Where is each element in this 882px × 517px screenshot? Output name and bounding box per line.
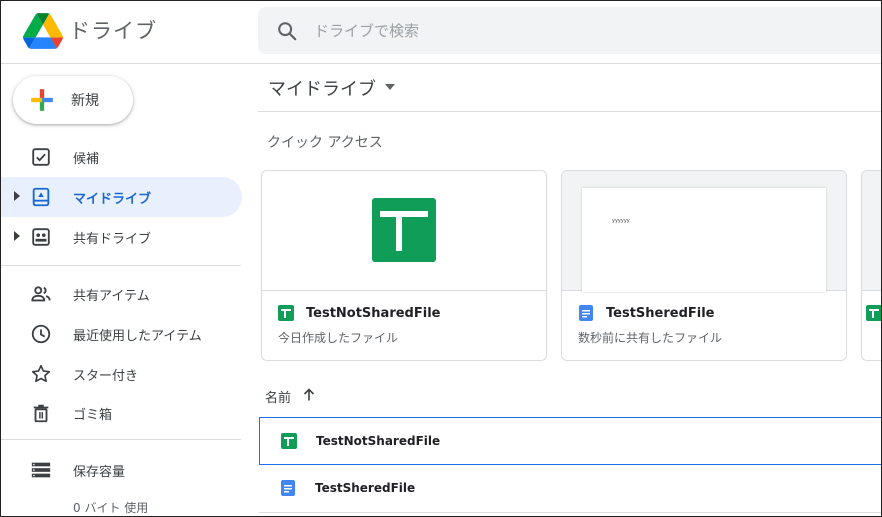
sidebar-item-recent[interactable]: 最近使用したアイテム xyxy=(1,314,242,354)
sheets-icon xyxy=(866,305,881,321)
file-preview xyxy=(862,171,881,291)
sidebar-item-label: ゴミ箱 xyxy=(73,408,113,423)
docs-icon xyxy=(579,305,593,321)
search-bar[interactable] xyxy=(258,7,881,54)
expand-caret-icon[interactable] xyxy=(13,191,21,201)
file-name: TestSheredFile xyxy=(606,306,715,321)
trash-icon xyxy=(33,404,49,423)
file-name: TestSheredFile xyxy=(315,481,416,495)
expand-caret-icon[interactable] xyxy=(13,231,21,241)
star-icon xyxy=(31,364,51,383)
people-icon xyxy=(31,286,51,302)
storage-icon xyxy=(31,462,51,478)
document-page-preview: yyyyyy xyxy=(582,188,826,292)
sidebar-item-storage[interactable]: 保存容量 xyxy=(1,450,242,490)
sidebar-item-label: 保存容量 xyxy=(73,465,126,480)
sheets-icon xyxy=(281,433,297,449)
file-activity: 数秒前に共有したファイル xyxy=(578,331,723,345)
sidebar-item-label: 共有アイテム xyxy=(73,289,150,304)
my-drive-icon xyxy=(32,187,50,207)
sidebar-divider xyxy=(1,265,241,266)
file-row[interactable]: TestSheredFile xyxy=(259,465,881,513)
chevron-down-icon[interactable] xyxy=(385,84,395,90)
sidebar-item-starred[interactable]: スター付き xyxy=(1,354,242,394)
search-input[interactable] xyxy=(314,7,874,54)
sheets-large-icon xyxy=(372,198,436,262)
sheets-icon xyxy=(278,305,294,321)
drive-window: ドライブ 新規 候補 xyxy=(0,0,882,517)
sidebar-item-trash[interactable]: ゴミ箱 xyxy=(1,393,242,433)
docs-icon xyxy=(281,480,295,496)
quick-access-heading: クイック アクセス xyxy=(267,135,383,151)
quick-access-card-partial[interactable] xyxy=(861,170,881,361)
shared-drives-icon xyxy=(32,228,50,246)
clock-icon xyxy=(31,324,51,344)
sidebar-item-label: 共有ドライブ xyxy=(73,232,152,247)
search-icon[interactable] xyxy=(276,20,298,42)
sidebar-item-suggested[interactable]: 候補 xyxy=(1,137,242,177)
main-header: マイドライブ xyxy=(258,64,881,112)
name-column-header[interactable]: 名前 xyxy=(265,387,291,406)
document-preview-text: yyyyyy xyxy=(612,218,630,224)
storage-usage-text: 0 バイト 使用 xyxy=(73,501,149,515)
file-name: TestNotSharedFile xyxy=(306,306,441,321)
sidebar-item-label: マイドライブ xyxy=(73,192,152,207)
quick-access-card[interactable]: yyyyyy TestSheredFile 数秒前に共有したファイル xyxy=(561,170,847,361)
new-button-label: 新規 xyxy=(71,93,99,109)
page-title[interactable]: マイドライブ xyxy=(268,75,376,101)
file-preview xyxy=(262,171,546,291)
check-box-icon xyxy=(32,148,50,166)
plus-icon xyxy=(31,89,53,111)
file-activity: 今日作成したファイル xyxy=(278,331,399,345)
sidebar-item-label: スター付き xyxy=(73,369,139,384)
file-preview: yyyyyy xyxy=(562,171,846,292)
sidebar-item-label: 最近使用したアイテム xyxy=(73,329,202,344)
sidebar-item-shared-drives[interactable]: 共有ドライブ xyxy=(1,217,242,257)
arrow-up-icon[interactable] xyxy=(302,388,316,402)
file-row[interactable]: TestNotSharedFile xyxy=(259,417,881,465)
sidebar-item-my-drive[interactable]: マイドライブ xyxy=(1,177,242,217)
new-button[interactable]: 新規 xyxy=(13,76,133,124)
sidebar-item-shared-with-me[interactable]: 共有アイテム xyxy=(1,274,242,314)
top-bar: ドライブ xyxy=(1,1,881,64)
sidebar: 新規 候補 マイドライブ 共有ドライブ 共有アイテム 最近使用したアイテム スタ… xyxy=(1,64,257,516)
sidebar-item-label: 候補 xyxy=(73,152,100,167)
quick-access-card[interactable]: TestNotSharedFile 今日作成したファイル xyxy=(261,170,547,361)
sidebar-divider xyxy=(1,439,241,440)
app-title: ドライブ xyxy=(69,19,157,43)
file-name: TestNotSharedFile xyxy=(316,434,441,448)
drive-logo-icon[interactable] xyxy=(23,13,63,49)
